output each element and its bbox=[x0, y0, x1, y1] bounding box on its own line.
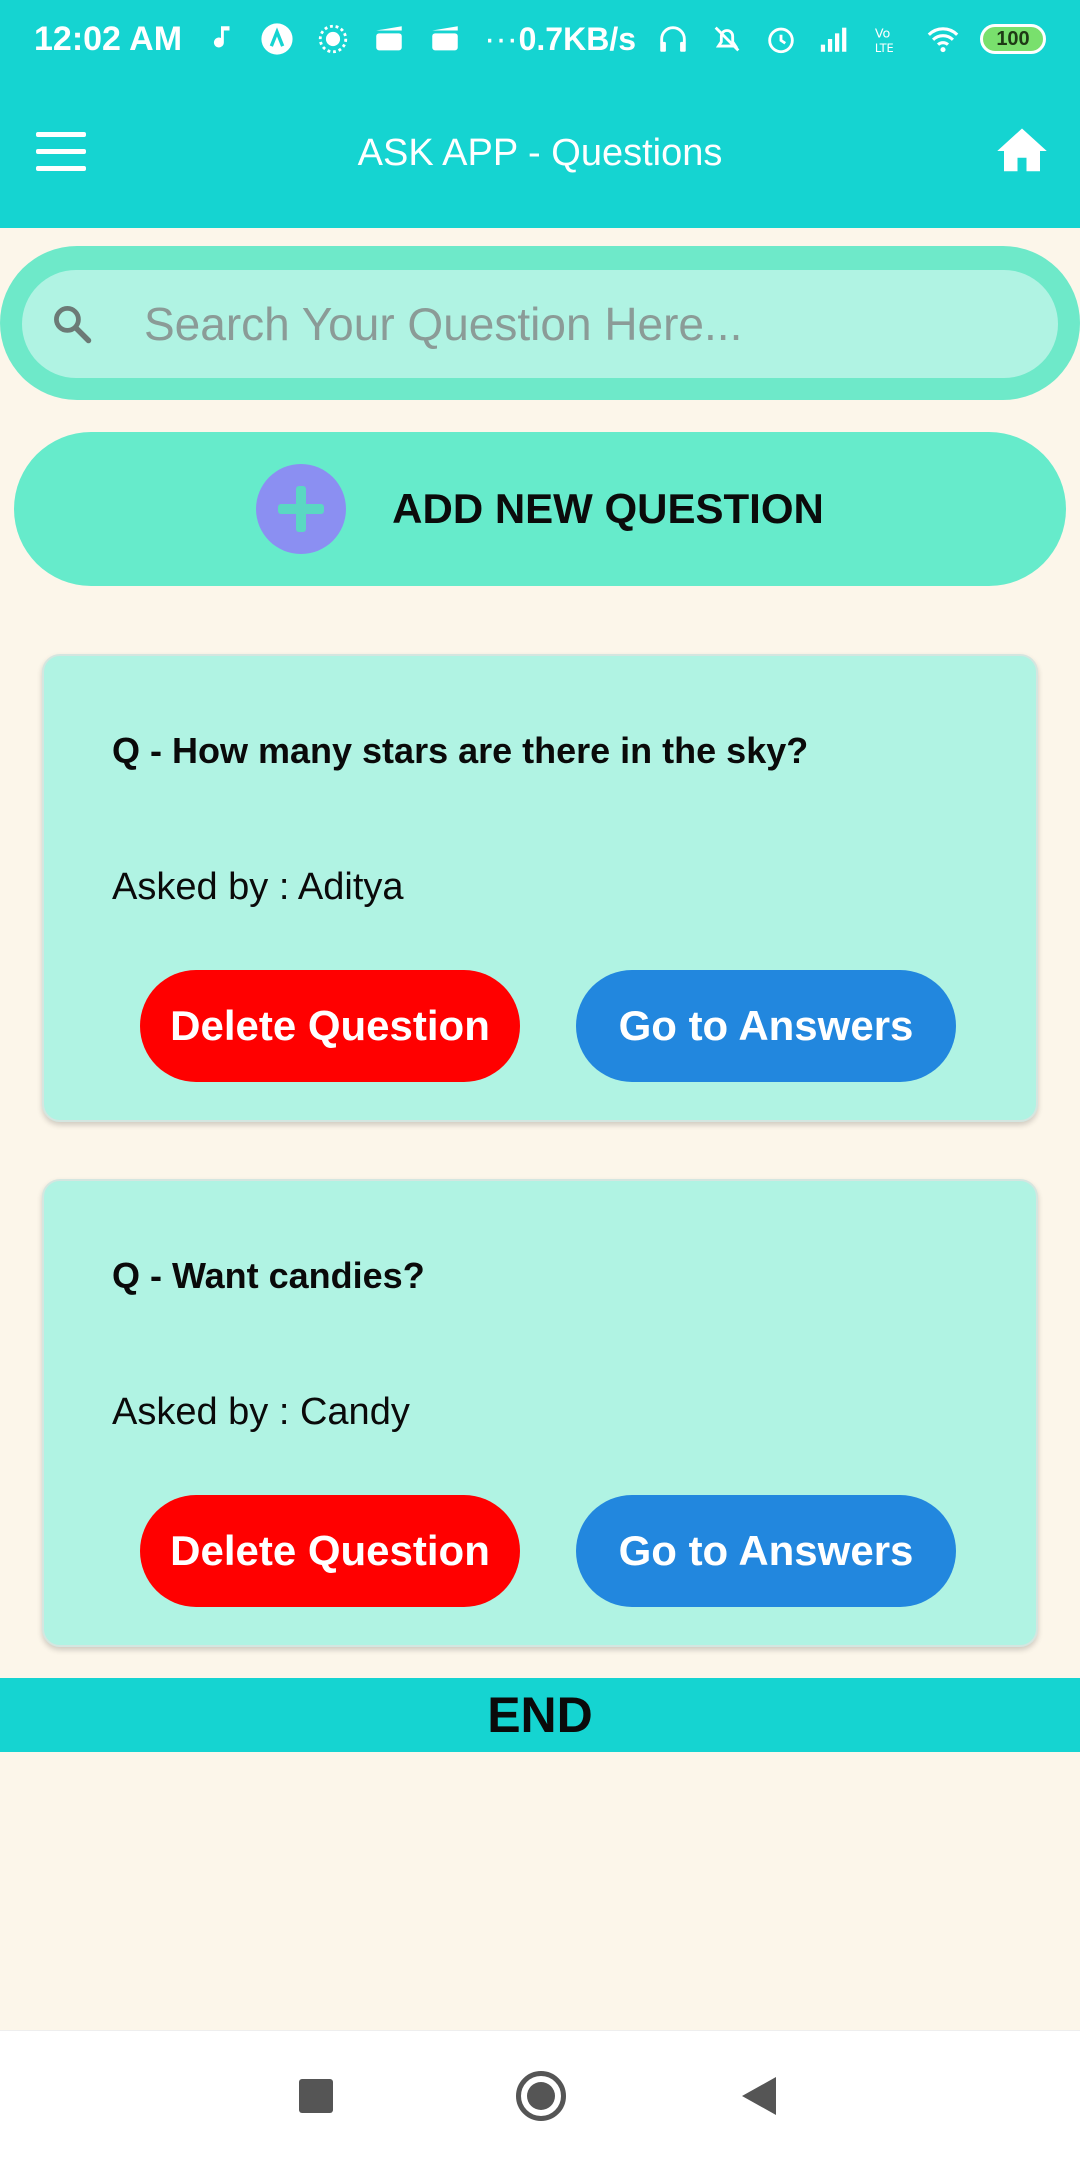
app-bar: ASK APP - Questions bbox=[0, 78, 1080, 228]
status-left: 12:02 AM ··· bbox=[34, 20, 518, 59]
signal-icon bbox=[820, 27, 847, 52]
alarm-icon bbox=[768, 27, 794, 54]
add-question-button[interactable]: ADD NEW QUESTION bbox=[14, 432, 1066, 586]
system-nav-bar bbox=[0, 2030, 1080, 2160]
asked-by: Asked by : Aditya bbox=[112, 866, 404, 909]
add-question-label: ADD NEW QUESTION bbox=[392, 485, 824, 532]
clapper-icon bbox=[432, 26, 458, 51]
sun-icon bbox=[318, 24, 348, 54]
svg-text:Vo: Vo bbox=[875, 27, 891, 42]
search-field-container[interactable] bbox=[22, 270, 1058, 378]
recent-apps-icon[interactable] bbox=[299, 2079, 333, 2113]
back-icon[interactable] bbox=[742, 2077, 776, 2115]
delete-question-button[interactable]: Delete Question bbox=[140, 970, 520, 1082]
search-input[interactable] bbox=[144, 297, 1058, 351]
asked-by-label: Asked by : bbox=[112, 1391, 300, 1433]
question-card: Q - How many stars are there in the sky?… bbox=[42, 654, 1038, 1122]
delete-question-button[interactable]: Delete Question bbox=[140, 1495, 520, 1607]
home-icon[interactable] bbox=[994, 124, 1050, 178]
go-to-answers-button[interactable]: Go to Answers bbox=[576, 1495, 956, 1607]
headphones-icon bbox=[660, 26, 686, 52]
hamburger-menu-icon[interactable] bbox=[36, 132, 86, 172]
svg-text:LTE: LTE bbox=[875, 41, 894, 55]
wifi-icon bbox=[927, 27, 959, 53]
asked-by: Asked by : Candy bbox=[112, 1391, 410, 1434]
clapper-icon bbox=[376, 26, 402, 51]
overflow-dots: ··· bbox=[484, 19, 518, 58]
asker-name: Aditya bbox=[297, 866, 404, 908]
question-text: Q - Want candies? bbox=[112, 1255, 425, 1296]
alarm-off-icon bbox=[714, 26, 740, 52]
search-bar bbox=[0, 246, 1080, 400]
page-title: ASK APP - Questions bbox=[357, 131, 723, 174]
status-bar: 12:02 AM ··· 0.7KB/s Vo LTE 100 bbox=[0, 0, 1080, 78]
end-banner: END bbox=[0, 1678, 1080, 1752]
a-badge-icon bbox=[261, 23, 293, 55]
question-card: Q - Want candies? Asked by : Candy Delet… bbox=[42, 1179, 1038, 1647]
battery-icon: 100 bbox=[980, 24, 1046, 54]
status-time: 12:02 AM bbox=[34, 19, 183, 58]
nav-home-icon[interactable] bbox=[516, 2071, 566, 2121]
search-icon bbox=[54, 306, 92, 344]
music-note-icon bbox=[213, 26, 230, 48]
status-right: 0.7KB/s Vo LTE 100 bbox=[519, 21, 1046, 58]
asked-by-label: Asked by : bbox=[112, 866, 298, 908]
question-text: Q - How many stars are there in the sky? bbox=[112, 730, 809, 771]
add-circle-icon bbox=[256, 464, 347, 554]
network-speed: 0.7KB/s bbox=[518, 20, 636, 57]
go-to-answers-button[interactable]: Go to Answers bbox=[576, 970, 956, 1082]
volte-icon: VoLTE bbox=[875, 27, 894, 55]
asker-name: Candy bbox=[299, 1391, 410, 1433]
